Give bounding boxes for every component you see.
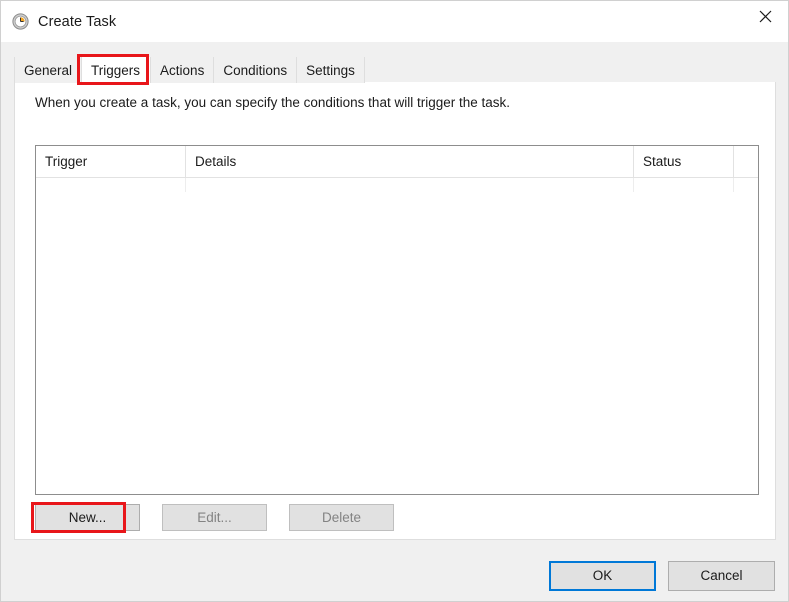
window-title: Create Task: [38, 14, 116, 30]
intro-text: When you create a task, you can specify …: [35, 95, 510, 110]
triggers-tab-page: When you create a task, you can specify …: [14, 82, 776, 540]
create-task-dialog: Create Task General Triggers Actions Con…: [0, 0, 789, 602]
triggers-list-header: Trigger Details Status: [36, 146, 758, 178]
column-header-status[interactable]: Status: [634, 146, 734, 177]
tab-general-label: General: [24, 63, 72, 78]
delete-button: Delete: [289, 504, 394, 531]
grid-line-trigger: [185, 178, 186, 192]
dialog-footer: OK Cancel: [1, 540, 788, 601]
tab-conditions[interactable]: Conditions: [214, 57, 297, 83]
tab-triggers[interactable]: Triggers: [82, 57, 150, 83]
column-header-status-label: Status: [643, 154, 681, 169]
footer-buttons: OK Cancel: [549, 561, 775, 591]
edit-button: Edit...: [162, 504, 267, 531]
triggers-list-body[interactable]: [36, 178, 758, 495]
tab-actions-label: Actions: [160, 63, 204, 78]
clock-task-icon: [12, 13, 29, 30]
column-header-details-label: Details: [195, 154, 236, 169]
tab-actions[interactable]: Actions: [150, 57, 214, 83]
close-glyph: [759, 10, 772, 23]
grid-line-details: [633, 178, 634, 192]
grid-line-status: [733, 178, 734, 192]
column-header-details[interactable]: Details: [186, 146, 634, 177]
tab-conditions-label: Conditions: [223, 63, 287, 78]
new-button[interactable]: New...: [35, 504, 140, 531]
tab-settings[interactable]: Settings: [297, 57, 365, 83]
triggers-list[interactable]: Trigger Details Status: [35, 145, 759, 495]
ok-button[interactable]: OK: [549, 561, 656, 591]
tab-settings-label: Settings: [306, 63, 355, 78]
tab-general[interactable]: General: [14, 57, 82, 83]
tab-strip: General Triggers Actions Conditions Sett…: [14, 57, 365, 83]
column-header-trigger[interactable]: Trigger: [36, 146, 186, 177]
column-header-trigger-label: Trigger: [45, 154, 87, 169]
trigger-action-buttons: New... Edit... Delete: [35, 504, 394, 531]
column-header-filler: [734, 146, 758, 177]
cancel-button[interactable]: Cancel: [668, 561, 775, 591]
title-bar: Create Task: [1, 1, 788, 42]
tab-triggers-label: Triggers: [91, 63, 140, 78]
close-icon[interactable]: [742, 1, 788, 32]
